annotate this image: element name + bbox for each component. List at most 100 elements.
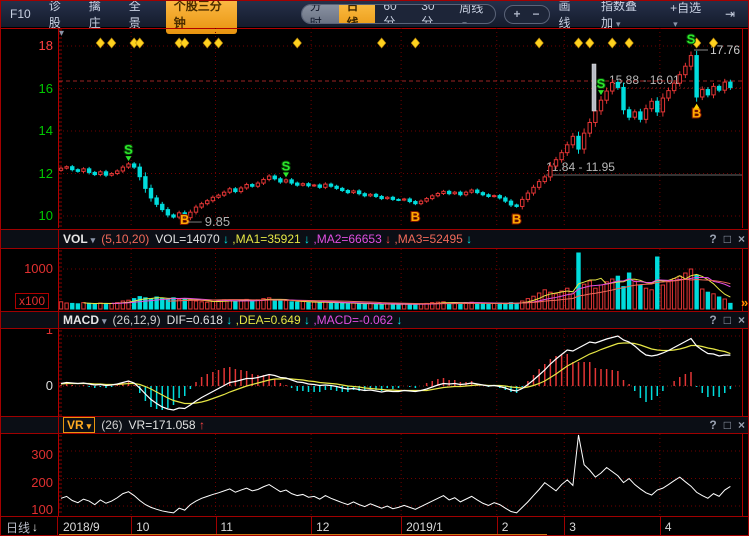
axis-tick-label: 100 bbox=[7, 503, 53, 516]
zoom-out-button[interactable]: − bbox=[533, 7, 540, 21]
vol-pane-header: VOL▾ (5,10,20) VOL=14070 ↓ ,MA1=35921 ↓ … bbox=[1, 229, 749, 249]
axis-tick-label: 200 bbox=[7, 476, 53, 489]
date-tick-label: 12 bbox=[316, 520, 329, 534]
gutter-divider bbox=[58, 230, 59, 248]
main-candlestick-pane: 15.88 - 16.0111.84 - 11.9517.76SB9.85SBB… bbox=[1, 28, 749, 228]
close-icon[interactable]: × bbox=[738, 232, 745, 246]
expand-panel-icon[interactable]: » bbox=[741, 295, 748, 310]
macd-indicator-selector[interactable]: MACD▾ bbox=[63, 313, 107, 327]
maximize-icon[interactable]: □ bbox=[724, 418, 731, 432]
svg-text:S: S bbox=[597, 76, 606, 91]
macd-pane bbox=[1, 329, 749, 416]
chevron-down-icon: ▾ bbox=[462, 19, 467, 25]
main-indicator-dropdown-icon[interactable]: ▾ bbox=[59, 28, 64, 39]
vol-field: ,MA2=66653 bbox=[313, 232, 381, 246]
add-watchlist-label: +自选 bbox=[670, 1, 701, 15]
volume-pane bbox=[1, 249, 749, 311]
dea-line bbox=[61, 343, 730, 404]
help-icon[interactable]: ? bbox=[709, 232, 716, 246]
vol-indicator-name: VOL bbox=[63, 232, 88, 246]
axis-tick-label: 0 bbox=[7, 379, 53, 392]
trend-arrow-icon: ↓ bbox=[301, 232, 314, 246]
trend-arrow-icon: ↓ bbox=[382, 232, 395, 246]
macd-params: (26,12,9) bbox=[113, 313, 161, 327]
arrow-down-icon: ↓ bbox=[32, 520, 38, 534]
gutter-divider bbox=[58, 417, 59, 433]
app-window: F10 诊股 擒庄 全景 个股三分钟 分时 日线 60分 30分 周线▾ + −… bbox=[0, 0, 749, 536]
volume-bars bbox=[59, 253, 732, 309]
chevron-down-icon: ▾ bbox=[87, 421, 92, 431]
vr-line bbox=[61, 435, 730, 513]
svg-text:B: B bbox=[411, 209, 420, 224]
top-toolbar: F10 诊股 擒庄 全景 个股三分钟 分时 日线 60分 30分 周线▾ + −… bbox=[1, 1, 748, 27]
period-60min[interactable]: 60分 bbox=[375, 4, 413, 24]
vr-params: (26) bbox=[101, 418, 122, 432]
vr-pane-header: VR▾ (26) VR=171.058 ↑ ? □ × bbox=[1, 416, 749, 434]
vol-window-buttons: ? □ × bbox=[709, 230, 745, 248]
svg-text:9.85: 9.85 bbox=[205, 214, 230, 228]
trend-arrow-icon: ↓ bbox=[393, 313, 402, 327]
period-fenshi[interactable]: 分时 bbox=[302, 4, 339, 24]
axis-tick-label: 18 bbox=[7, 39, 53, 52]
vol-values: VOL=14070 ↓ ,MA1=35921 ↓ ,MA2=66653 ↓ ,M… bbox=[155, 232, 472, 246]
collapse-panel-icon[interactable]: ⇥ bbox=[716, 4, 744, 24]
selection-bar bbox=[592, 64, 596, 111]
vol-field: ,MA3=52495 bbox=[394, 232, 462, 246]
date-tick-label: 4 bbox=[665, 520, 672, 534]
toolbar-item-f10[interactable]: F10 bbox=[1, 4, 40, 24]
close-icon[interactable]: × bbox=[738, 313, 745, 327]
maximize-icon[interactable]: □ bbox=[724, 232, 731, 246]
close-icon[interactable]: × bbox=[738, 418, 745, 432]
macd-field: ,DEA=0.649 bbox=[236, 313, 301, 327]
date-tick-label: 2 bbox=[502, 520, 509, 534]
period-zhouxian-label: 周线 bbox=[459, 4, 483, 15]
axis-tick-label: 300 bbox=[7, 448, 53, 461]
period-mode-text: 日线 bbox=[6, 519, 30, 536]
vol-field: ,MA1=35921 bbox=[232, 232, 300, 246]
chevron-down-icon: ▾ bbox=[102, 316, 107, 326]
svg-text:B: B bbox=[180, 212, 189, 227]
axis-tick-label: 14 bbox=[7, 124, 53, 137]
period-switcher: 分时 日线 60分 30分 周线 ▾ bbox=[301, 4, 496, 24]
zoom-controls: + − bbox=[504, 5, 550, 24]
date-tick-label: 2018/9 bbox=[63, 520, 100, 534]
vr-values: VR=171.058 ↑ bbox=[129, 418, 205, 432]
chevron-down-icon: ▾ bbox=[673, 19, 678, 29]
macd-field: ,MACD=-0.062 bbox=[313, 313, 393, 327]
svg-text:S: S bbox=[124, 142, 133, 157]
period-zhouxian[interactable]: 周线 ▾ bbox=[451, 4, 494, 24]
date-tick-label: 2019/1 bbox=[406, 520, 443, 534]
event-diamond-icons bbox=[96, 38, 718, 48]
macd-pane-header: MACD▾ (26,12,9) DIF=0.618 ↓ ,DEA=0.649 ↓… bbox=[1, 311, 749, 329]
vr-pane bbox=[1, 434, 749, 516]
chevron-down-icon: ▾ bbox=[91, 235, 96, 245]
month-separator bbox=[660, 517, 661, 536]
period-mode-label[interactable]: 日线 ↓ bbox=[1, 517, 58, 536]
trend-arrow-icon: ↓ bbox=[463, 232, 472, 246]
macd-indicator-name: MACD bbox=[63, 313, 99, 327]
macd-window-buttons: ? □ × bbox=[709, 312, 745, 328]
axis-tick-label: 12 bbox=[7, 167, 53, 180]
gutter-divider bbox=[58, 312, 59, 328]
period-30min[interactable]: 30分 bbox=[413, 4, 451, 24]
maximize-icon[interactable]: □ bbox=[724, 313, 731, 327]
vol-params: (5,10,20) bbox=[101, 232, 149, 246]
volume-unit-label: x100 bbox=[15, 293, 49, 309]
axis-tick-label: 1000 bbox=[7, 262, 53, 275]
help-icon[interactable]: ? bbox=[709, 418, 716, 432]
zoom-in-button[interactable]: + bbox=[514, 7, 521, 21]
date-tick-label: 3 bbox=[569, 520, 576, 534]
macd-values: DIF=0.618 ↓ ,DEA=0.649 ↓ ,MACD=-0.062 ↓ bbox=[167, 313, 403, 327]
vol-indicator-selector[interactable]: VOL▾ bbox=[63, 232, 95, 246]
svg-text:S: S bbox=[687, 32, 696, 47]
help-icon[interactable]: ? bbox=[709, 313, 716, 327]
trend-arrow-icon: ↑ bbox=[196, 418, 205, 432]
period-rixian-active[interactable]: 日线 bbox=[339, 4, 376, 24]
trend-arrow-icon: ↓ bbox=[301, 313, 314, 327]
date-tick-label: 11 bbox=[221, 520, 233, 534]
vr-window-buttons: ? □ × bbox=[709, 417, 745, 433]
macd-histogram bbox=[61, 354, 730, 410]
svg-text:B: B bbox=[512, 212, 521, 227]
axis-tick-label: 16 bbox=[7, 82, 53, 95]
vr-indicator-selector[interactable]: VR▾ bbox=[63, 417, 95, 433]
